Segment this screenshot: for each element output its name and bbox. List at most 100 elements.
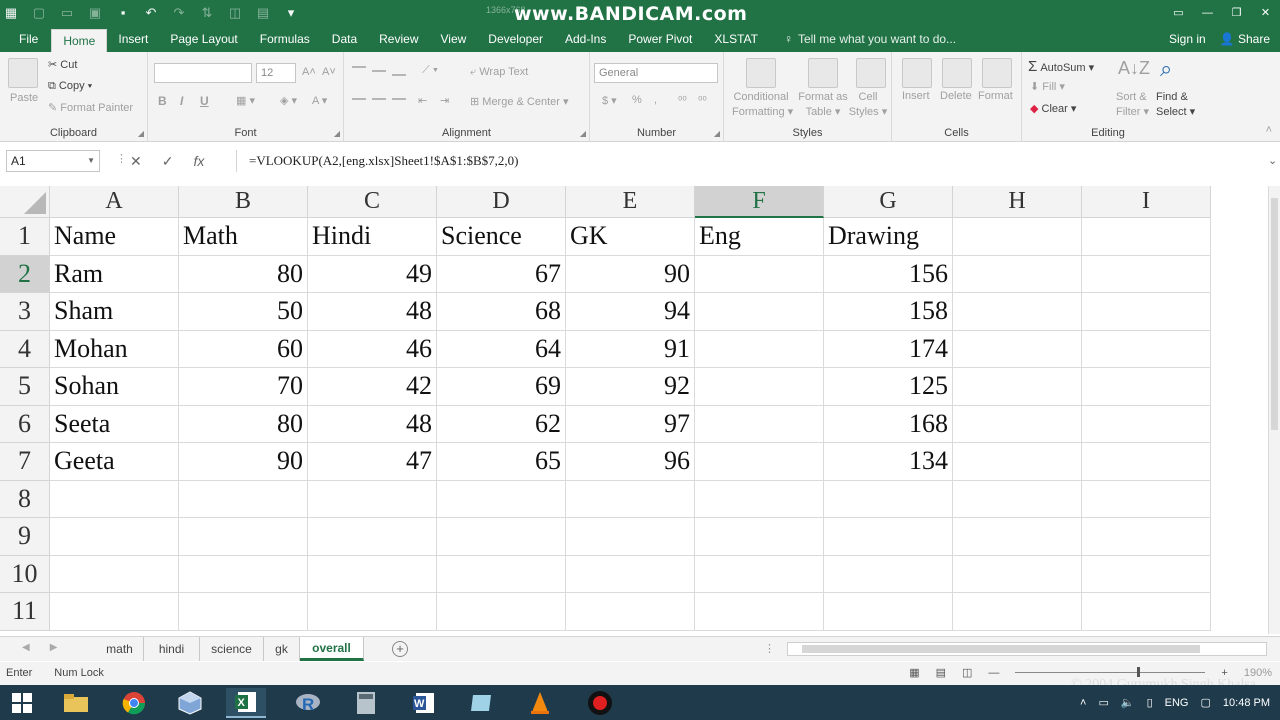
cell-g3[interactable]: 158	[824, 293, 953, 331]
new-icon[interactable]: ▢	[30, 4, 48, 22]
increase-indent-icon[interactable]: ⇥	[440, 94, 449, 107]
cell-a1[interactable]: Name	[50, 218, 179, 256]
cell-g4[interactable]: 174	[824, 330, 953, 368]
decrease-indent-icon[interactable]: ⇤	[418, 94, 427, 107]
cell-b3[interactable]: 50	[179, 293, 308, 331]
cell-b10[interactable]	[179, 555, 308, 593]
cell-f6[interactable]	[695, 405, 824, 443]
cell-b9[interactable]	[179, 518, 308, 556]
cell-f11[interactable]	[695, 593, 824, 631]
horizontal-scroll-thumb[interactable]	[802, 645, 1200, 653]
cell-b11[interactable]	[179, 593, 308, 631]
cell-d5[interactable]: 69	[437, 368, 566, 406]
orientation-icon[interactable]: ⟋ ▾	[422, 64, 438, 77]
grow-font-icon[interactable]: A˄	[302, 66, 316, 78]
align-right-icon[interactable]	[392, 98, 406, 100]
cell-e11[interactable]	[566, 593, 695, 631]
cell-i2[interactable]	[1082, 255, 1211, 293]
font-name-input[interactable]	[154, 63, 252, 83]
cell-i9[interactable]	[1082, 518, 1211, 556]
cell-i4[interactable]	[1082, 330, 1211, 368]
redo-icon[interactable]: ↷	[170, 4, 188, 22]
cell-d6[interactable]: 62	[437, 405, 566, 443]
row-header-10[interactable]: 10	[0, 555, 50, 593]
cell-e1[interactable]: GK	[566, 218, 695, 256]
chevron-down-icon[interactable]: ▼	[87, 156, 95, 165]
cell-a9[interactable]	[50, 518, 179, 556]
format-painter-button[interactable]: ✎ Format Painter	[48, 101, 133, 114]
sort-icon[interactable]: ⇅	[198, 4, 216, 22]
cell-e8[interactable]	[566, 480, 695, 518]
cancel-icon[interactable]: ✕	[130, 153, 142, 170]
share-button[interactable]: 👤 Share	[1220, 32, 1270, 46]
row-header-4[interactable]: 4	[0, 330, 50, 368]
open-icon[interactable]: ▭	[58, 4, 76, 22]
bandicam-record-icon[interactable]	[580, 688, 620, 718]
cell-g1[interactable]: Drawing	[824, 218, 953, 256]
percent-icon[interactable]: %	[632, 94, 642, 106]
restore-icon[interactable]: ❐	[1222, 0, 1251, 25]
row-header-5[interactable]: 5	[0, 368, 50, 406]
row-header-11[interactable]: 11	[0, 593, 50, 631]
column-header-f[interactable]: F	[695, 186, 824, 218]
cell-g7[interactable]: 134	[824, 443, 953, 481]
row-header-2[interactable]: 2	[0, 255, 50, 293]
conditional-formatting-button[interactable]: Conditional Formatting ▾	[732, 90, 793, 120]
cell-b7[interactable]: 90	[179, 443, 308, 481]
cell-a10[interactable]	[50, 555, 179, 593]
table-icon[interactable]: ▤	[254, 4, 272, 22]
cell-e6[interactable]: 97	[566, 405, 695, 443]
cell-h8[interactable]	[953, 480, 1082, 518]
cell-a2[interactable]: Ram	[50, 255, 179, 293]
wrap-text-button[interactable]: ⤶ Wrap Text	[470, 66, 528, 79]
cell-b1[interactable]: Math	[179, 218, 308, 256]
cell-b8[interactable]	[179, 480, 308, 518]
tab-file[interactable]: File	[0, 25, 51, 52]
cell-e4[interactable]: 91	[566, 330, 695, 368]
cell-f10[interactable]	[695, 555, 824, 593]
cell-i5[interactable]	[1082, 368, 1211, 406]
currency-icon[interactable]: $ ▾	[602, 94, 617, 107]
cell-a5[interactable]: Sohan	[50, 368, 179, 406]
cell-i3[interactable]	[1082, 293, 1211, 331]
row-header-3[interactable]: 3	[0, 293, 50, 331]
sort-filter-button[interactable]: Sort & Filter ▾	[1116, 90, 1149, 120]
cell-a3[interactable]: Sham	[50, 293, 179, 331]
column-header-c[interactable]: C	[308, 186, 437, 218]
cell-f3[interactable]	[695, 293, 824, 331]
formula-input[interactable]: =VLOOKUP(A2,[eng.xlsx]Sheet1!$A$1:$B$7,2…	[236, 150, 1271, 172]
delete-cells-button[interactable]: Delete	[940, 90, 972, 102]
find-select-button[interactable]: Find & Select ▾	[1156, 90, 1195, 120]
cell-c10[interactable]	[308, 555, 437, 593]
autosum-button[interactable]: Σ AutoSum ▾	[1028, 58, 1094, 75]
cell-styles-button[interactable]: Cell Styles ▾	[848, 90, 888, 120]
cell-c6[interactable]: 48	[308, 405, 437, 443]
cell-e2[interactable]: 90	[566, 255, 695, 293]
cell-e5[interactable]: 92	[566, 368, 695, 406]
cell-h9[interactable]	[953, 518, 1082, 556]
cell-h10[interactable]	[953, 555, 1082, 593]
column-header-e[interactable]: E	[566, 186, 695, 218]
cell-d11[interactable]	[437, 593, 566, 631]
collapse-ribbon-icon[interactable]: ˄	[1266, 124, 1272, 136]
format-as-table-icon[interactable]	[808, 58, 838, 88]
column-header-a[interactable]: A	[50, 186, 179, 218]
merge-center-button[interactable]: ⊞ Merge & Center ▾	[470, 95, 569, 108]
cell-f1[interactable]: Eng	[695, 218, 824, 256]
cell-d9[interactable]	[437, 518, 566, 556]
font-color-icon[interactable]: A ▾	[312, 94, 327, 107]
cell-h3[interactable]	[953, 293, 1082, 331]
zoom-slider[interactable]	[1015, 667, 1206, 677]
insert-function-icon[interactable]: fx	[193, 153, 204, 169]
cell-d10[interactable]	[437, 555, 566, 593]
tab-xlstat[interactable]: XLSTAT	[703, 25, 769, 52]
row-header-7[interactable]: 7	[0, 443, 50, 481]
cell-c8[interactable]	[308, 480, 437, 518]
sheet-tab-math[interactable]: math	[96, 637, 144, 661]
vertical-scroll-thumb[interactable]	[1271, 198, 1278, 430]
align-center-icon[interactable]	[372, 98, 386, 100]
align-left-icon[interactable]	[352, 98, 366, 100]
format-cells-button[interactable]: Format	[978, 90, 1013, 102]
middle-align-icon[interactable]	[372, 70, 386, 72]
shrink-font-icon[interactable]: A˅	[322, 66, 336, 78]
